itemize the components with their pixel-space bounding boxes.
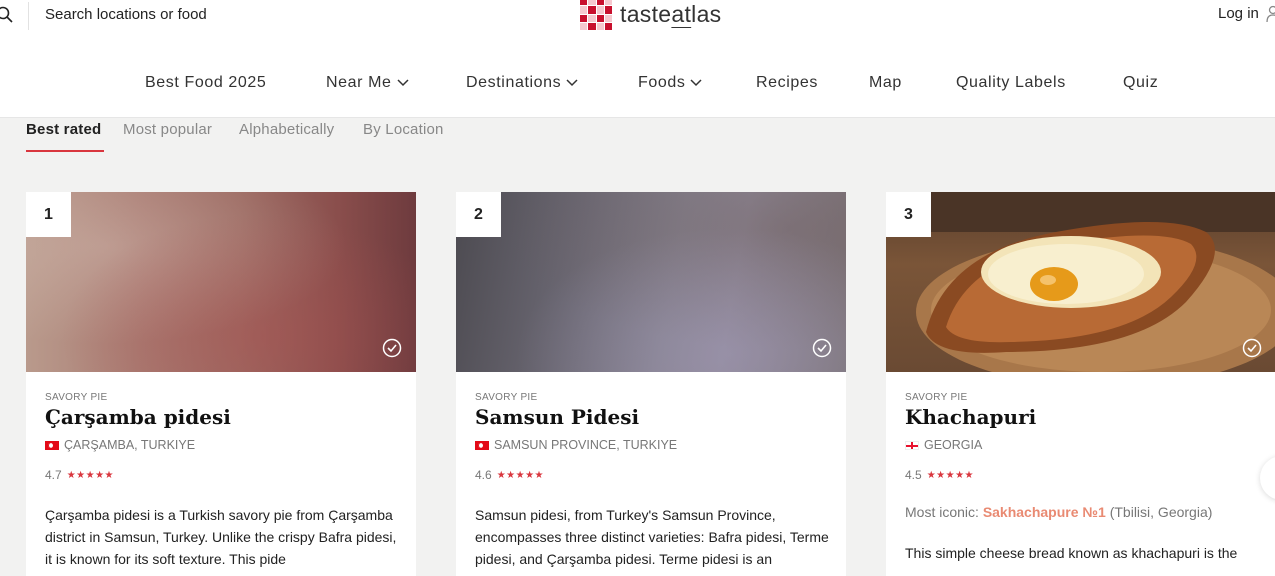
rank-badge: 1 [26, 192, 71, 237]
active-tab-indicator [26, 150, 104, 152]
nav-map[interactable]: Map [869, 74, 902, 92]
tab-by-location[interactable]: By Location [363, 121, 444, 138]
nav-foods[interactable]: Foods [638, 74, 702, 92]
food-origin[interactable]: ÇARŞAMBA, TURKIYE [45, 438, 195, 452]
food-rating: 4.6 ★★★★★ [475, 468, 545, 482]
food-description: This simple cheese bread known as khacha… [905, 545, 1238, 561]
checkmark-icon[interactable] [812, 338, 832, 358]
tab-most-popular[interactable]: Most popular [123, 121, 212, 138]
logo-checker-icon [580, 0, 612, 30]
nav-near-me[interactable]: Near Me [326, 74, 409, 92]
chevron-down-icon [690, 79, 702, 87]
nav-best-food[interactable]: Best Food 2025 [145, 74, 266, 92]
login-link[interactable]: Log in [1218, 5, 1259, 22]
food-category: SAVORY PIE [475, 392, 538, 403]
nav-quiz[interactable]: Quiz [1123, 74, 1158, 92]
nav-quality-labels[interactable]: Quality Labels [956, 74, 1066, 92]
food-origin[interactable]: SAMSUN PROVINCE, TURKIYE [475, 438, 677, 452]
food-description: Çarşamba pidesi is a Turkish savory pie … [45, 507, 397, 567]
food-title[interactable]: Samsun Pidesi [475, 405, 639, 429]
rank-badge: 3 [886, 192, 931, 237]
food-image[interactable] [456, 192, 846, 372]
food-category: SAVORY PIE [45, 392, 108, 403]
rating-stars: ★★★★★ [496, 469, 545, 481]
tasteatlas-logo[interactable]: tasteatlas [580, 0, 721, 30]
food-card[interactable]: 2 SAVORY PIE Samsun Pidesi SAMSUN PROVIN… [456, 192, 846, 576]
georgia-flag-icon [905, 440, 919, 450]
logo-wordmark: tasteatlas [620, 1, 722, 27]
turkey-flag-icon [475, 440, 489, 450]
food-rating: 4.7 ★★★★★ [45, 468, 115, 482]
checkmark-icon[interactable] [1242, 338, 1262, 358]
tab-alphabetically[interactable]: Alphabetically [239, 121, 334, 138]
food-category: SAVORY PIE [905, 392, 968, 403]
checkmark-icon[interactable] [382, 338, 402, 358]
chevron-down-icon [566, 79, 578, 87]
food-card[interactable]: 3 SAVORY PIE Khachapuri GEORGIA 4.5 ★★★★★… [886, 192, 1275, 576]
food-image[interactable] [886, 192, 1275, 372]
food-title[interactable]: Çarşamba pidesi [45, 405, 231, 429]
food-origin[interactable]: GEORGIA [905, 438, 982, 452]
user-icon[interactable] [1266, 5, 1275, 23]
nav-recipes[interactable]: Recipes [756, 74, 818, 92]
food-image[interactable] [26, 192, 416, 372]
search-input[interactable]: Search locations or food [45, 6, 207, 23]
search-icon[interactable] [0, 6, 14, 24]
rank-badge: 2 [456, 192, 501, 237]
rating-stars: ★★★★★ [66, 469, 115, 481]
rating-stars: ★★★★★ [926, 469, 975, 481]
food-description: Samsun pidesi, from Turkey's Samsun Prov… [475, 507, 829, 567]
iconic-place-link[interactable]: Sakhachapure №1 [983, 504, 1106, 520]
search-divider [28, 2, 29, 30]
food-rating: 4.5 ★★★★★ [905, 468, 975, 482]
site-header: Search locations or food tasteatlas Log … [0, 0, 1275, 118]
chevron-down-icon [397, 79, 409, 87]
tab-best-rated[interactable]: Best rated [26, 121, 101, 138]
most-iconic: Most iconic: Sakhachapure №1 (Tbilisi, G… [905, 504, 1213, 520]
food-title[interactable]: Khachapuri [905, 405, 1036, 429]
khachapuri-illustration [886, 192, 1275, 372]
food-card[interactable]: 1 SAVORY PIE Çarşamba pidesi ÇARŞAMBA, T… [26, 192, 416, 576]
main-nav: Best Food 2025 Near Me Destinations Food… [0, 74, 1275, 96]
turkey-flag-icon [45, 440, 59, 450]
nav-destinations[interactable]: Destinations [466, 74, 578, 92]
